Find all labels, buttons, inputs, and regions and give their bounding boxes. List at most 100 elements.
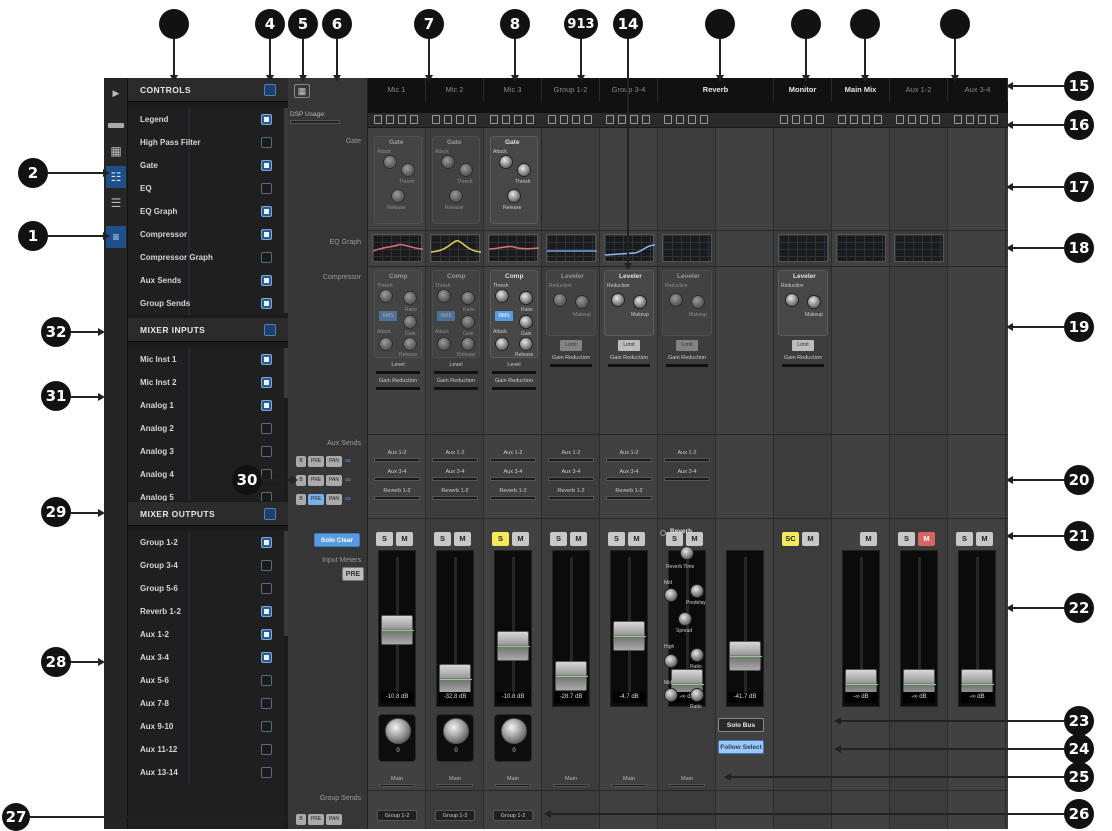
aux34-link-icon[interactable]: ∞	[345, 475, 351, 484]
link-icon[interactable]	[526, 115, 534, 124]
controls-item[interactable]: Legend	[128, 108, 284, 131]
gate-release-knob[interactable]	[391, 189, 405, 203]
pre-meter-button[interactable]: PRE	[342, 567, 364, 581]
mute-button[interactable]: M	[396, 532, 413, 546]
fader-track[interactable]: -∞ dB	[958, 550, 996, 707]
mute-button[interactable]: M	[860, 532, 877, 546]
controls-checkbox[interactable]	[261, 252, 272, 263]
controls-checkbox[interactable]	[261, 160, 272, 171]
mute-button[interactable]: M	[802, 532, 819, 546]
controls-checkbox[interactable]	[261, 298, 272, 309]
copy-icon[interactable]	[618, 115, 626, 124]
copy-icon[interactable]	[676, 115, 684, 124]
aux34-pan-button[interactable]: PAN	[326, 475, 342, 486]
settings-icon[interactable]	[688, 115, 696, 124]
copy-icon[interactable]	[792, 115, 800, 124]
mixer-input-item[interactable]: Analog 3	[128, 440, 284, 463]
mixer-settings-icon[interactable]: ☰	[106, 192, 126, 214]
fader-cap[interactable]	[613, 621, 646, 651]
copy-icon[interactable]	[850, 115, 858, 124]
group-pan-button[interactable]: PAN	[326, 814, 342, 825]
comp-release-knob[interactable]	[519, 337, 533, 351]
send-level-slider[interactable]	[432, 458, 478, 462]
send-level-slider[interactable]	[490, 458, 536, 462]
comp-ratio-knob[interactable]	[403, 291, 417, 305]
mixer-input-item[interactable]: Analog 5	[128, 486, 284, 501]
settings-icon[interactable]	[398, 115, 406, 124]
channel-name-group-3-4[interactable]: Group 3-4	[600, 78, 658, 101]
power-icon[interactable]	[780, 115, 788, 124]
main-send-slider[interactable]	[437, 784, 473, 787]
controls-checkbox[interactable]	[261, 137, 272, 148]
mute-button[interactable]: M	[628, 532, 645, 546]
reverb-power-icon[interactable]	[660, 530, 666, 536]
solo-button[interactable]: S	[550, 532, 567, 546]
fader-track[interactable]: -10.8 dB	[494, 550, 532, 707]
settings-icon[interactable]	[804, 115, 812, 124]
comp-rms-button[interactable]: RMS	[437, 311, 455, 321]
mute-button[interactable]: M	[570, 532, 587, 546]
link-icon[interactable]	[700, 115, 708, 124]
gate-thresh-knob[interactable]	[517, 163, 531, 177]
reverb-link-icon[interactable]: ∞	[345, 494, 351, 503]
main-send-slider[interactable]	[553, 784, 589, 787]
mixer-output-checkbox[interactable]	[261, 583, 272, 594]
copy-icon[interactable]	[966, 115, 974, 124]
controls-toggle-button[interactable]	[264, 84, 276, 96]
eq-graph[interactable]	[662, 234, 712, 262]
eq-graph[interactable]	[836, 234, 886, 262]
controls-item[interactable]: EQ	[128, 177, 284, 200]
mixer-output-item[interactable]: Aux 1-2	[128, 623, 284, 646]
comp-rms-button[interactable]: RMS	[379, 311, 397, 321]
grid-view-icon[interactable]: ▦	[106, 140, 126, 162]
mixer-output-checkbox[interactable]	[261, 537, 272, 548]
gate-release-knob[interactable]	[507, 189, 521, 203]
link-icon[interactable]	[816, 115, 824, 124]
controls-item[interactable]: Aux Sends	[128, 269, 284, 292]
leveler-makeup-knob[interactable]	[807, 295, 821, 309]
reverb-pre-button[interactable]: PRE	[308, 494, 324, 505]
send-level-slider[interactable]	[606, 496, 652, 500]
eq-graph[interactable]	[546, 234, 597, 262]
power-icon[interactable]	[490, 115, 498, 124]
main-send-slider[interactable]	[611, 784, 647, 787]
mute-button[interactable]: M	[976, 532, 993, 546]
comp-release-knob[interactable]	[403, 337, 417, 351]
group-send-button[interactable]: Group 1-2	[377, 810, 417, 821]
mixer-output-item[interactable]: Aux 5-6	[128, 669, 284, 692]
fader-track[interactable]: -10.8 dB	[378, 550, 416, 707]
comp-release-knob[interactable]	[461, 337, 475, 351]
send-level-slider[interactable]	[548, 477, 594, 481]
mixer-output-item[interactable]: Aux 13-14	[128, 761, 284, 784]
fader-cap[interactable]	[497, 631, 530, 661]
solo-button[interactable]: S	[376, 532, 393, 546]
comp-ratio-knob[interactable]	[519, 291, 533, 305]
leveler-makeup-knob[interactable]	[633, 295, 647, 309]
gate-release-knob[interactable]	[449, 189, 463, 203]
link-icon[interactable]	[874, 115, 882, 124]
monitor-fader-track[interactable]: -41.7 dB	[726, 550, 764, 707]
leveler-reduction-knob[interactable]	[553, 293, 567, 307]
power-icon[interactable]	[548, 115, 556, 124]
follow-select-button[interactable]: Follow Select	[718, 740, 764, 754]
solo-button[interactable]: S	[492, 532, 509, 546]
main-send-slider[interactable]	[669, 784, 705, 787]
reverb-mid-knob[interactable]	[664, 588, 678, 602]
aux12-bus-button[interactable]: B	[296, 456, 306, 467]
link-icon[interactable]	[642, 115, 650, 124]
send-level-slider[interactable]	[374, 458, 420, 462]
settings-icon[interactable]	[862, 115, 870, 124]
settings-icon[interactable]	[514, 115, 522, 124]
leveler-makeup-knob[interactable]	[575, 295, 589, 309]
reverb-ratio2-knob[interactable]	[690, 688, 704, 702]
leveler-reduction-knob[interactable]	[611, 293, 625, 307]
mixer-output-item[interactable]: Aux 7-8	[128, 692, 284, 715]
view-toggle-icon[interactable]: ▦	[294, 84, 310, 98]
mixer-output-checkbox[interactable]	[261, 675, 272, 686]
gate-attack-knob[interactable]	[383, 155, 397, 169]
eq-graph[interactable]	[430, 234, 482, 262]
send-level-slider[interactable]	[548, 458, 594, 462]
link-icon[interactable]	[584, 115, 592, 124]
gate-attack-knob[interactable]	[499, 155, 513, 169]
mixer-inputs-toggle-button[interactable]	[264, 324, 276, 336]
